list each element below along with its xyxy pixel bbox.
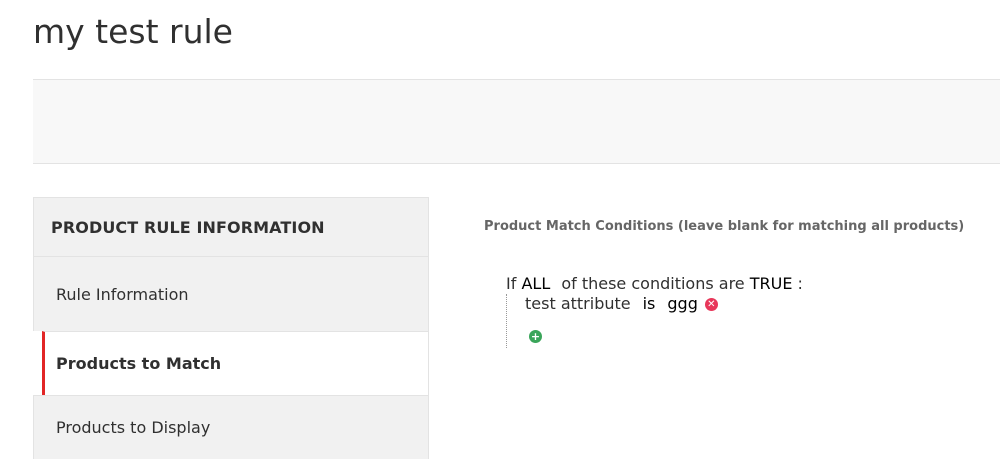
page-title: my test rule: [33, 12, 233, 51]
add-icon[interactable]: +: [529, 330, 542, 343]
aggregator-selector[interactable]: ALL: [521, 274, 550, 293]
conditions-tree: If ALL of these conditions are TRUE : te…: [506, 274, 803, 348]
condition-operator[interactable]: is: [643, 294, 656, 314]
conditions-children: test attribute is ggg ✕ +: [506, 294, 803, 348]
tab-products-to-match[interactable]: Products to Match: [42, 331, 429, 395]
condition-value[interactable]: ggg: [667, 294, 697, 314]
page-actions-bar: [33, 79, 1000, 164]
condition-suffix: :: [797, 274, 803, 293]
tab-rule-information[interactable]: Rule Information: [33, 256, 429, 331]
sidebar-header: PRODUCT RULE INFORMATION: [33, 197, 429, 256]
sidebar-tabs: PRODUCT RULE INFORMATION Rule Informatio…: [33, 197, 429, 459]
condition-prefix: If: [506, 274, 517, 293]
condition-item: test attribute is ggg ✕: [525, 294, 803, 314]
remove-icon[interactable]: ✕: [704, 297, 718, 311]
tab-products-to-display[interactable]: Products to Display: [33, 395, 429, 459]
value-selector[interactable]: TRUE: [750, 274, 793, 293]
tab-label: Products to Display: [56, 418, 211, 437]
condition-attribute[interactable]: test attribute: [525, 294, 631, 314]
conditions-root: If ALL of these conditions are TRUE :: [506, 274, 803, 294]
section-label: Product Match Conditions (leave blank fo…: [484, 219, 965, 234]
tab-label: Products to Match: [56, 354, 222, 373]
condition-middle-text: of these conditions are: [561, 274, 745, 293]
tab-label: Rule Information: [56, 284, 189, 304]
